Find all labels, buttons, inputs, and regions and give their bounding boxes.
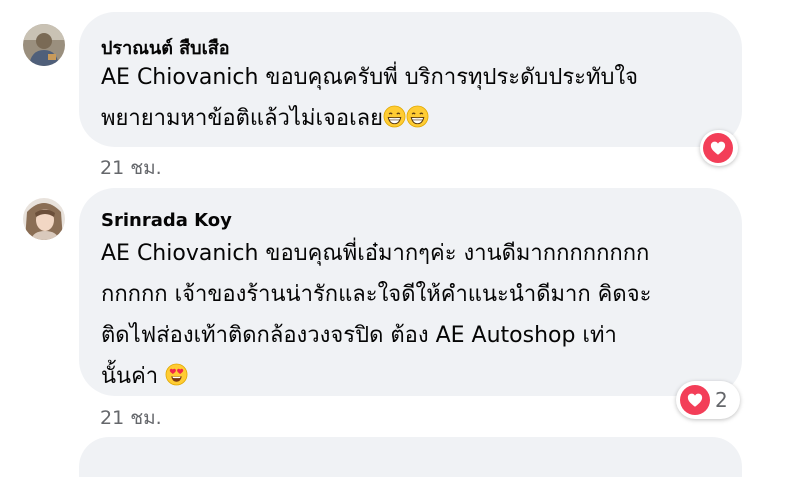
comment-line: AE Chiovanich ขอบคุณพี่เอ๋มากๆค่ะ งานดีม… xyxy=(101,241,650,266)
comment-line: นั้นค่า xyxy=(101,356,651,397)
comment-line: ติดไฟส่องเท้าติดกล้องวงจรปิด ต้อง AE Aut… xyxy=(101,323,617,348)
avatar[interactable] xyxy=(23,24,65,66)
comment-timestamp[interactable]: 21 ชม. xyxy=(100,153,162,183)
grinning-face-emoji xyxy=(383,105,406,128)
reaction-count: 2 xyxy=(715,388,728,412)
grinning-face-emoji xyxy=(406,105,429,128)
reaction-badge[interactable]: 2 xyxy=(676,381,740,419)
avatar[interactable] xyxy=(23,198,65,240)
heart-icon xyxy=(703,133,733,163)
heart-icon xyxy=(680,385,710,415)
reaction-badge[interactable] xyxy=(700,130,738,166)
comment-timestamp[interactable]: 21 ชม. xyxy=(100,403,162,433)
comment-line-text: พยายามหาข้อติแล้วไม่เจอเลย xyxy=(101,106,383,131)
comment-text: AE Chiovanich ขอบคุณพี่เอ๋มากๆค่ะ งานดีม… xyxy=(101,233,651,397)
comment-author[interactable]: Srinrada Koy xyxy=(101,210,232,231)
comment-line: กกกกก เจ้าของร้านน่ารักและใจดีให้คำแนะนำ… xyxy=(101,282,652,307)
comment-line: AE Chiovanich ขอบคุณครับพี่ บริการทุประด… xyxy=(101,65,639,90)
comment-text: AE Chiovanich ขอบคุณครับพี่ บริการทุประด… xyxy=(101,57,638,139)
heart-eyes-emoji xyxy=(165,363,188,386)
comment-line: พยายามหาข้อติแล้วไม่เจอเลย xyxy=(101,98,638,139)
comment-line-text: นั้นค่า xyxy=(101,364,159,389)
comment-bubble xyxy=(79,437,742,477)
